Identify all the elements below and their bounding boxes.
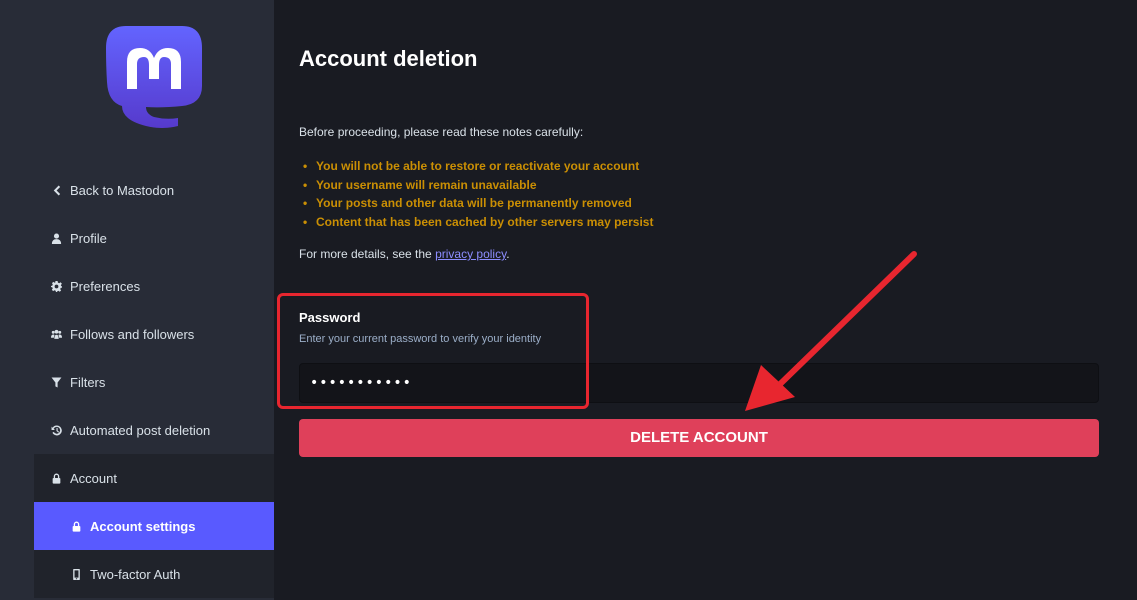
page-title: Account deletion [299,46,478,71]
password-label: Password [299,310,361,325]
sidebar-item-label: Follows and followers [70,326,195,342]
lock-icon [70,520,82,532]
sidebar-item-two-factor-auth[interactable]: Two-factor Auth [34,550,274,598]
sidebar-item-follows-and-followers[interactable]: Follows and followers [34,310,274,358]
sidebar-item-label: Account settings [90,518,196,534]
details-text: For more details, see the privacy policy… [299,247,510,261]
sidebar-item-label: Profile [70,230,107,246]
gear-icon [50,280,62,292]
history-icon [50,424,62,436]
user-icon [50,232,62,244]
sidebar-item-label: Automated post deletion [70,422,211,438]
warning-item: • You will not be able to restore or reac… [303,159,640,173]
sidebar-item-preferences[interactable]: Preferences [34,262,274,310]
mastodon-logo[interactable] [106,26,202,128]
mobile-icon [70,568,82,580]
sidebar-item-account[interactable]: Account [34,454,274,502]
sidebar-item-label: Filters [70,374,106,390]
sidebar-item-profile[interactable]: Profile [34,214,274,262]
warning-item: • Your posts and other data will be perma… [303,196,632,210]
sidebar: Back to Mastodon Profile Preferences Fol… [0,0,274,600]
sidebar-item-label: Account [70,470,117,486]
password-input[interactable]: ••••••••••• [299,363,1099,403]
chevron-left-icon [50,184,62,196]
filter-icon [50,376,62,388]
warning-item: • Content that has been cached by other s… [303,214,654,229]
sidebar-item-back-to-mastodon[interactable]: Back to Mastodon [34,166,274,214]
users-icon [50,328,62,340]
sidebar-item-account-settings[interactable]: Account settings [34,502,274,550]
warning-list: • You will not be able to restore or reac… [299,157,653,231]
sidebar-item-filters[interactable]: Filters [34,358,274,406]
intro-text: Before proceeding, please read these not… [299,125,584,139]
warning-item: • Your username will remain unavailable [303,177,537,192]
account-group: Account Account settings Two-factor Auth [34,454,274,598]
settings-nav: Back to Mastodon Profile Preferences Fol… [34,166,274,598]
sidebar-item-automated-post-deletion[interactable]: Automated post deletion [34,406,274,454]
delete-account-button[interactable]: DELETE ACCOUNT [299,419,1099,457]
privacy-policy-link[interactable]: privacy policy [435,247,506,261]
sidebar-item-label: Two-factor Auth [90,566,181,582]
lock-icon [50,472,62,484]
sidebar-item-label: Preferences [70,278,141,294]
password-hint: Enter your current password to verify yo… [299,333,542,345]
sidebar-item-label: Back to Mastodon [70,182,175,198]
